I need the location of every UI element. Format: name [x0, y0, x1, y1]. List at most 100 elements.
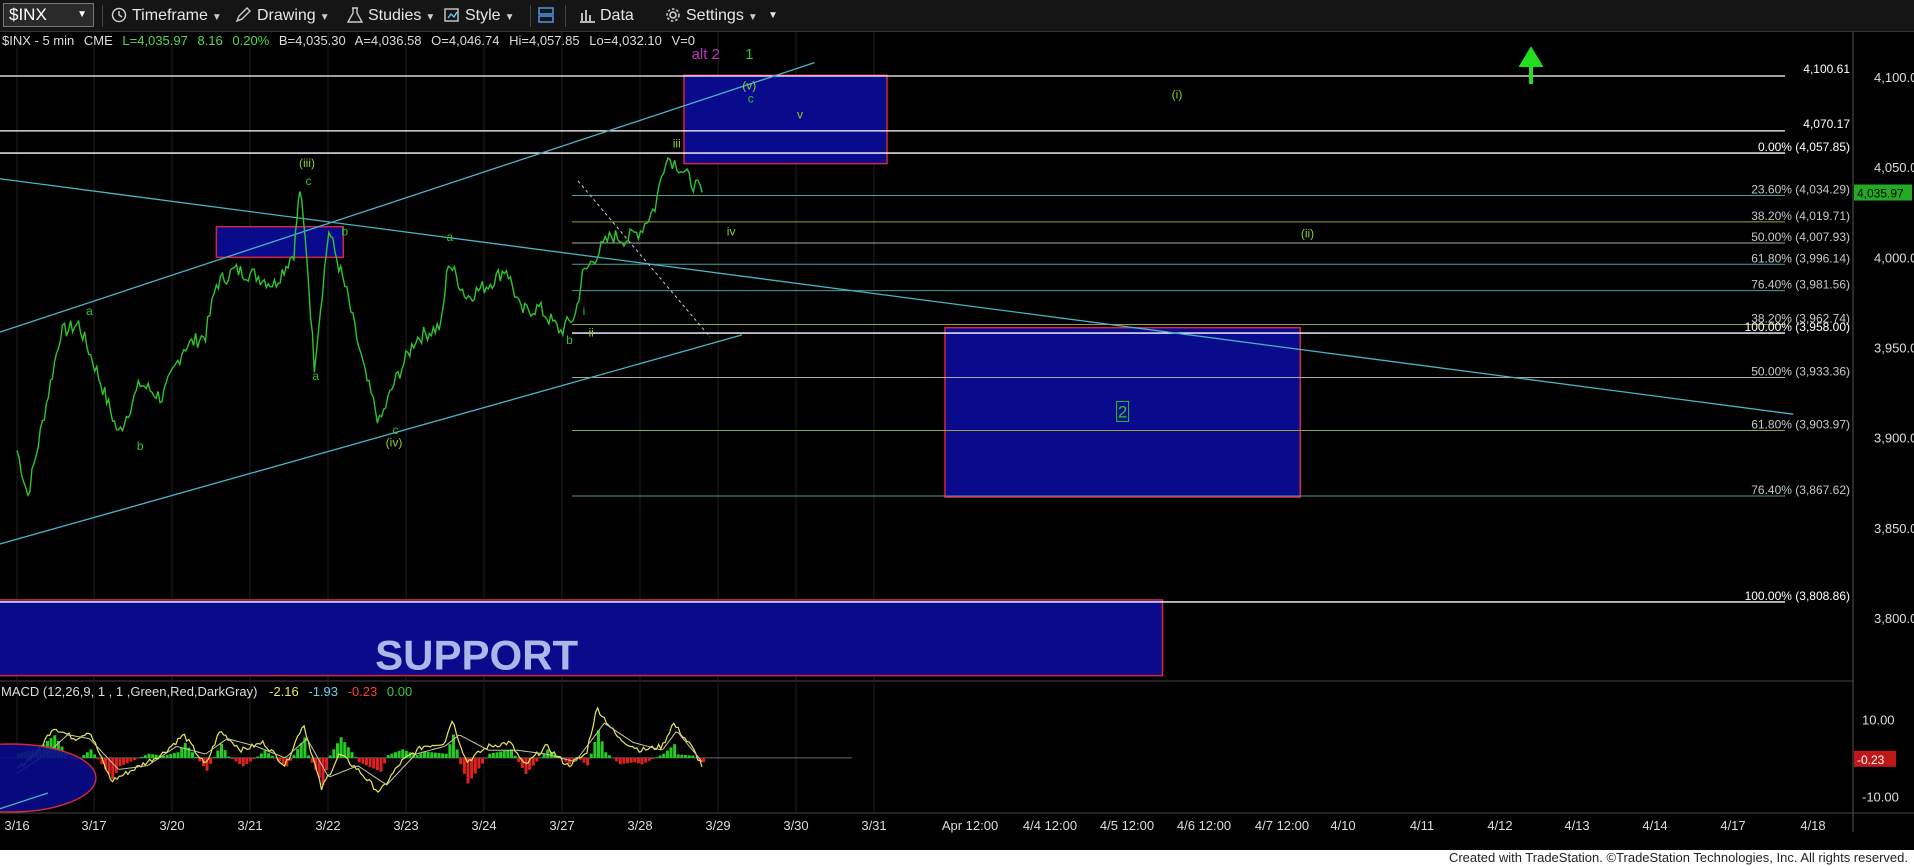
wave-2-label: 2 — [1118, 402, 1127, 421]
macd-histogram-bar — [629, 757, 633, 763]
macd-histogram-bar — [600, 741, 604, 758]
macd-histogram-bar — [263, 750, 267, 758]
fib-level-label: 61.80% (3,996.14) — [1751, 251, 1850, 265]
price-tick-label: 3,900.00 — [1874, 431, 1914, 446]
macd-histogram-bar — [665, 750, 669, 758]
macd-zero-value: 0.00 — [387, 684, 412, 699]
macd-signal-value: -1.93 — [308, 684, 338, 699]
macd-histogram-bar — [582, 757, 586, 763]
resistance-label: 4,070.17 — [1803, 117, 1850, 131]
macd-histogram-bar — [597, 730, 600, 758]
clock-icon — [111, 7, 127, 23]
macd-histogram-bar — [194, 756, 198, 758]
macd-histogram-bar — [209, 757, 213, 764]
macd-histogram-bar — [589, 753, 593, 758]
chevron-down-icon[interactable]: ▼ — [77, 4, 87, 26]
macd-histogram-bar — [607, 755, 611, 758]
macd-histogram-bar — [212, 757, 216, 758]
caret-icon: ▼ — [747, 12, 758, 23]
symbol-input[interactable]: $INX ▼ — [3, 3, 94, 27]
timeframe-button[interactable]: Timeframe ▼ — [110, 4, 222, 27]
time-tick-label: Apr 12:00 — [942, 818, 998, 833]
header-change: 8.16 — [197, 33, 222, 48]
toolbar: $INX ▼ Timeframe ▼ Drawing ▼ Studies ▼ Styl… — [0, 0, 1914, 32]
toolbar-divider — [530, 5, 531, 27]
macd-histogram-bar — [165, 754, 169, 758]
resistance-label: 4,100.61 — [1803, 62, 1850, 76]
macd-histogram-bar — [390, 753, 394, 758]
layout-icon — [538, 7, 554, 23]
macd-histogram-bar — [673, 744, 677, 758]
support-zone-label: SUPPORT — [375, 632, 578, 679]
header-open: O=4,046.74 — [431, 33, 499, 48]
macd-histogram-bar — [328, 755, 332, 758]
header-bid: B=4,035.30 — [279, 33, 346, 48]
wave-label: a — [446, 230, 453, 244]
macd-histogram-bar — [524, 757, 528, 774]
macd-histogram-bar — [133, 757, 136, 761]
macd-histogram-bar — [93, 754, 97, 758]
macd-histogram-bar — [426, 751, 430, 758]
macd-histogram-bar — [191, 752, 194, 758]
header-ask: A=4,036.58 — [355, 33, 422, 48]
time-tick-label: 3/30 — [783, 818, 808, 833]
macd-histogram-bar — [354, 757, 358, 758]
pencil-icon — [235, 7, 251, 23]
time-tick-label: 3/20 — [159, 818, 184, 833]
macd-last-label: -0.23 — [1857, 753, 1885, 767]
timeframe-label: Timeframe — [132, 7, 208, 24]
macd-histogram-bar — [223, 750, 227, 758]
macd-histogram-bar — [535, 757, 539, 762]
fib-level-label: 23.60% (4,034.29) — [1751, 183, 1850, 197]
macd-histogram-bar — [96, 757, 100, 760]
macd-histogram-bar — [292, 754, 296, 758]
macd-tick-label: 10.00 — [1862, 712, 1895, 727]
macd-histogram-bar — [125, 757, 129, 764]
symbol-value: $INX — [9, 5, 47, 24]
wave-label: (ii) — [1301, 227, 1314, 241]
last-price-label: 4,035.97 — [1857, 187, 1904, 201]
macd-histogram-bar — [615, 757, 619, 762]
macd-hist-value: -0.23 — [348, 684, 378, 699]
overflow-caret-icon[interactable]: ▼ — [768, 4, 778, 27]
macd-histogram-bar — [372, 757, 376, 769]
macd-histogram-bar — [111, 757, 115, 780]
layout-button[interactable] — [537, 4, 559, 27]
style-icon — [444, 8, 459, 22]
time-tick-label: 3/27 — [549, 818, 574, 833]
studies-button[interactable]: Studies ▼ — [346, 4, 435, 27]
time-tick-label: 3/29 — [705, 818, 730, 833]
macd-histogram-bar — [259, 753, 263, 758]
macd-histogram-bar — [252, 757, 256, 759]
data-button[interactable]: Data — [578, 4, 634, 27]
macd-label: MACD (12,26,9, 1 , 1 ,Green,Red,DarkGray… — [1, 684, 257, 699]
settings-button[interactable]: Settings ▼ — [664, 4, 758, 27]
macd-histogram-bar — [172, 753, 176, 758]
macd-histogram-bar — [151, 754, 155, 758]
macd-histogram-bar — [662, 753, 666, 758]
caret-icon: ▼ — [319, 12, 330, 23]
macd-histogram-bar — [633, 757, 637, 763]
time-tick-label: 4/17 — [1720, 818, 1745, 833]
style-label: Style — [465, 7, 501, 24]
style-button[interactable]: Style ▼ — [443, 4, 514, 27]
wave-label: 1 — [745, 46, 753, 63]
price-chart[interactable]: 2 SUPPORT 4,100.61 4,070.17 0.00% (4,057.85… — [0, 32, 1914, 850]
macd-histogram-bar — [593, 742, 597, 758]
wave-label: alt 2 — [692, 46, 720, 63]
chart-header: $INX - 5 min CME L=4,035.97 8.16 0.20% B… — [2, 33, 695, 48]
price-tick-label: 3,800.00 — [1874, 611, 1914, 626]
macd-histogram-bar — [517, 757, 521, 763]
fib-level-label: 76.40% (3,867.62) — [1751, 483, 1850, 497]
wave-label: b — [566, 333, 573, 347]
macd-histogram-bar — [491, 752, 495, 758]
wave-label: c — [748, 91, 754, 105]
header-exchange: CME — [84, 33, 113, 48]
macd-histogram-bar — [82, 755, 86, 758]
wave-label: b — [137, 439, 144, 453]
macd-histogram-bar — [502, 750, 506, 758]
drawing-button[interactable]: Drawing ▼ — [235, 4, 330, 27]
macd-histogram-bar — [640, 757, 644, 765]
macd-histogram-bar — [437, 752, 441, 758]
time-axis: 3/16 3/17 3/20 3/21 3/22 3/23 3/24 3/27 3/28 3/29… — [4, 818, 1825, 833]
